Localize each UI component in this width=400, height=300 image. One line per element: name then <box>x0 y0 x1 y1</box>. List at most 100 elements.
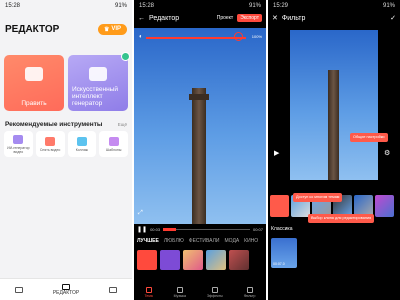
vip-button[interactable]: ♛ VIP <box>97 23 127 35</box>
check-icon[interactable]: ✓ <box>390 14 396 22</box>
collage-icon <box>76 136 87 146</box>
general-settings-tooltip: Общие настройки <box>350 133 388 142</box>
editor-screen: 15:28 91% ← Редактор Проект Экспорт ◐ 10… <box>134 0 266 300</box>
edit-card-label: Править <box>21 100 47 107</box>
theme-thumb[interactable] <box>183 250 203 270</box>
filter-title: Фильтр <box>281 14 306 22</box>
status-time: 15:28 <box>139 2 155 9</box>
new-badge <box>121 52 130 61</box>
seek-progress <box>163 227 177 231</box>
tool-music[interactable]: Музыка <box>174 287 186 298</box>
nav-apps[interactable] <box>109 286 118 293</box>
video-preview[interactable] <box>134 28 266 224</box>
video-edit-icon <box>25 67 43 81</box>
tool-effects[interactable]: Эффекты <box>207 287 223 298</box>
music-icon <box>176 287 183 293</box>
filter-thumb[interactable] <box>375 195 394 217</box>
access-themes-tooltip: Доступ ко многим темам <box>293 193 343 202</box>
tool-label: Тема <box>144 294 153 298</box>
more-link[interactable]: Ещё <box>118 122 127 127</box>
ai-video-icon <box>13 134 24 144</box>
seek-bar[interactable] <box>163 227 250 231</box>
video-preview[interactable] <box>290 30 378 180</box>
clip-duration: 00:07.0 <box>273 262 285 266</box>
tool-templates[interactable]: Шаблоны <box>99 131 128 157</box>
category-tab[interactable]: ЛЮБЛЮ <box>164 238 184 244</box>
template-icon <box>108 136 119 146</box>
category-tab[interactable]: ЛУЧШЕЕ <box>137 238 159 244</box>
grid-icon <box>14 286 23 293</box>
gear-icon[interactable]: ⚙ <box>384 149 390 157</box>
filter-topbar: ✕ Фильтр ✓ <box>268 11 400 25</box>
category-tab[interactable]: МОДА <box>225 238 240 244</box>
theme-categories: ЛУЧШЕЕ ЛЮБЛЮ ФЕСТИВАЛИ МОДА КИНО <box>134 238 266 244</box>
edit-card[interactable]: Править <box>4 55 64 111</box>
main-cards: Править Искусственный интеллект генерато… <box>0 41 132 111</box>
tool-label: Коллаж <box>75 147 89 152</box>
tool-label: Шаблоны <box>105 147 122 152</box>
status-bar: 15:28 91% <box>0 0 132 11</box>
pause-icon[interactable]: ❚❚ <box>137 226 147 233</box>
project-button[interactable]: Проект <box>217 15 233 21</box>
ai-card-label: Искусственный интеллект генератор <box>72 86 118 107</box>
tool-theme[interactable]: Тема <box>144 287 153 298</box>
filter-category: Классика <box>271 226 293 232</box>
time-current: 00:03 <box>150 226 161 232</box>
close-icon[interactable]: ✕ <box>272 14 278 22</box>
status-battery: 91% <box>114 2 127 9</box>
fullscreen-icon[interactable]: ⤢ <box>138 210 143 217</box>
ai-generator-card[interactable]: Искусственный интеллект генератор <box>68 52 130 111</box>
theme-icon <box>145 287 152 293</box>
tool-record-video[interactable]: Снять видео <box>35 131 65 157</box>
select-clip-tooltip: Выбор клипа для редактирования <box>308 214 375 223</box>
filter-screen: 15:29 91% ✕ Фильтр ✓ Общие настройки ▶ ⚙… <box>268 0 400 300</box>
filter-thumb[interactable] <box>270 195 289 217</box>
tool-label: Фильтр <box>243 294 256 298</box>
theme-thumb[interactable] <box>160 250 180 270</box>
status-bar: 15:29 91% <box>268 0 400 11</box>
clip-thumbnail[interactable]: 00:07.0 <box>271 238 297 268</box>
status-battery: 91% <box>382 2 395 9</box>
effects-icon <box>211 287 218 293</box>
status-time: 15:29 <box>273 2 289 9</box>
volume-slider-handle[interactable] <box>234 32 243 41</box>
theme-thumb[interactable] <box>137 250 157 270</box>
wooden-pole <box>192 88 206 224</box>
vip-label: VIP <box>111 26 121 32</box>
apps-icon <box>109 286 118 293</box>
tool-collage[interactable]: Коллаж <box>67 131 97 157</box>
play-icon[interactable]: ▶ <box>274 149 279 157</box>
volume-icon[interactable]: ◐ <box>139 34 143 40</box>
theme-thumb[interactable] <box>229 250 249 270</box>
tool-label: Эффекты <box>206 294 223 298</box>
editor-toolbar: Тема Музыка Эффекты Фильтр <box>134 287 266 298</box>
theme-thumb[interactable] <box>206 250 226 270</box>
tool-filter[interactable]: Фильтр <box>244 287 256 298</box>
tool-label: Музыка <box>173 294 186 298</box>
time-total: 00:07 <box>252 226 263 232</box>
filter-icon <box>246 287 253 293</box>
nav-editor-label: РЕДАКТОР <box>52 289 80 296</box>
export-button[interactable]: Экспорт <box>237 14 262 22</box>
back-arrow-icon[interactable]: ← <box>138 15 145 22</box>
volume-slider-track[interactable] <box>146 37 246 39</box>
status-bar: 15:28 91% <box>134 0 266 11</box>
wooden-pole <box>328 70 339 180</box>
nav-editor[interactable]: РЕДАКТОР <box>52 283 80 296</box>
camera-icon <box>45 136 56 146</box>
nav-home[interactable] <box>14 286 23 293</box>
editor-topbar: ← Редактор Проект Экспорт <box>134 11 266 25</box>
tool-label: Снять видео <box>39 147 61 152</box>
crown-icon: ♛ <box>103 26 110 33</box>
editor-home-screen: 15:28 91% РЕДАКТОР ♛ VIP Править Искусст… <box>0 0 132 300</box>
bottom-nav: РЕДАКТОР <box>0 278 132 300</box>
recommended-title: Рекомендуемые инструменты <box>5 121 103 128</box>
ai-image-icon <box>89 67 107 81</box>
category-tab[interactable]: ФЕСТИВАЛИ <box>189 238 220 244</box>
category-tab[interactable]: КИНО <box>244 238 258 244</box>
tool-ai-video[interactable]: ИИ-генератор видео <box>4 131 33 157</box>
page-title: РЕДАКТОР <box>5 23 60 35</box>
recommended-tools: ИИ-генератор видео Снять видео Коллаж Ша… <box>0 131 132 157</box>
recommended-header: Рекомендуемые инструменты Ещё <box>0 111 132 131</box>
timeline[interactable]: ❚❚ 00:03 00:07 <box>134 224 266 234</box>
